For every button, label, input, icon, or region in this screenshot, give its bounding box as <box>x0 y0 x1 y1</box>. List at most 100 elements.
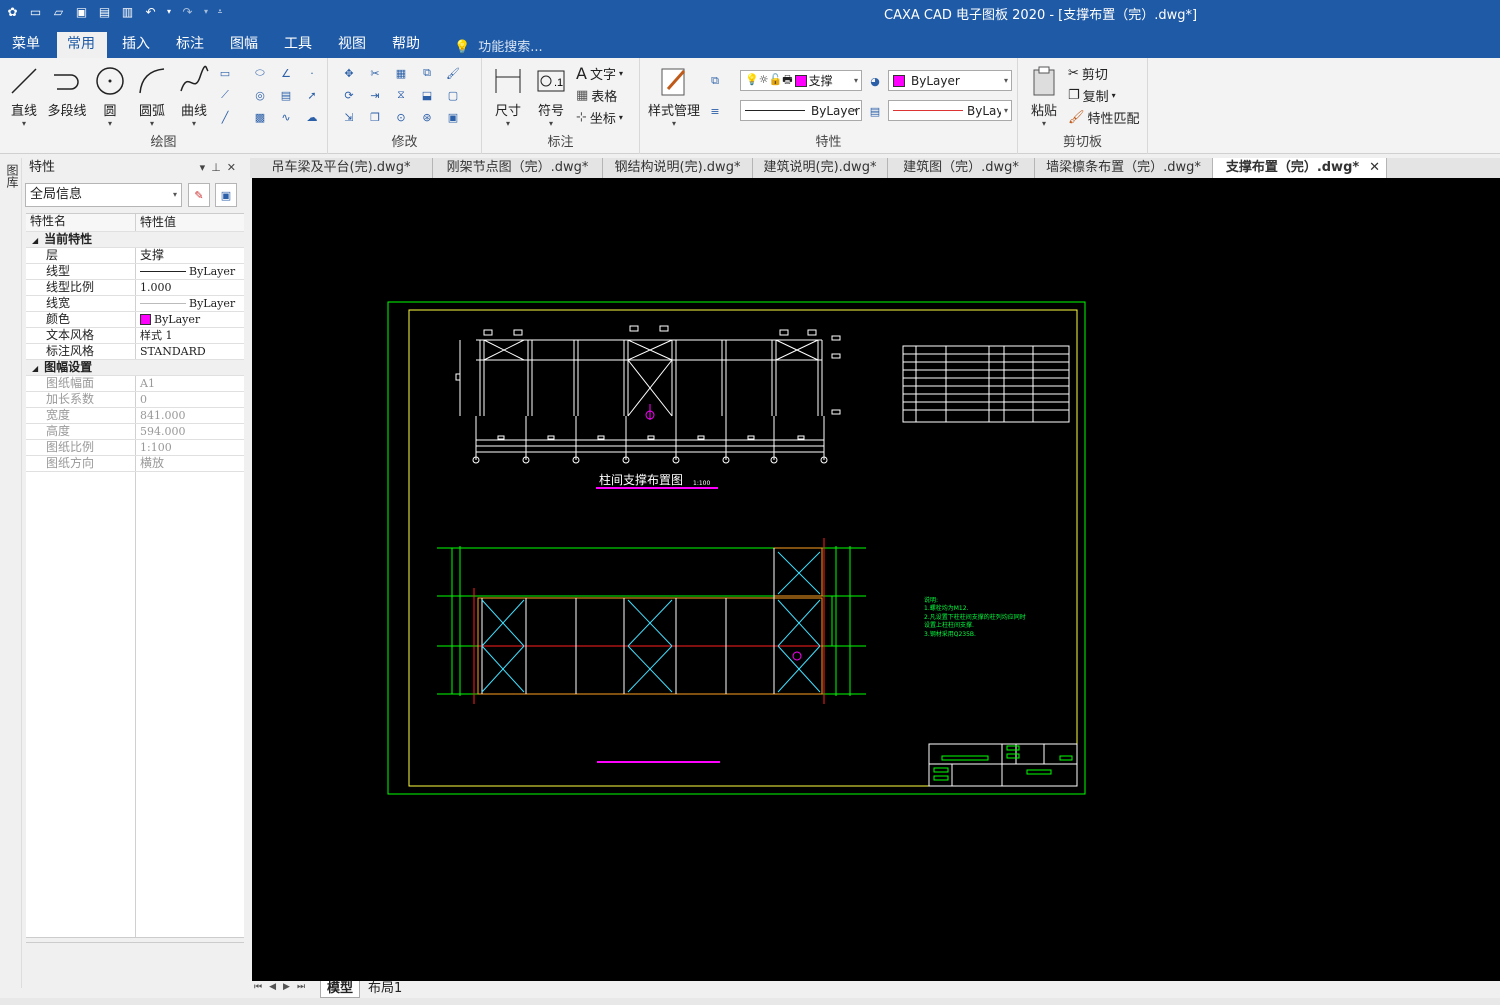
offset-icon[interactable]: ⧉ <box>418 64 436 82</box>
trim-icon[interactable]: ✂ <box>366 64 384 82</box>
polyline-button[interactable]: 多段线 <box>44 64 90 119</box>
new-file-icon[interactable]: ▭ <box>27 3 44 20</box>
property-row-layer[interactable]: 层支撑 <box>26 248 244 264</box>
hatch-icon[interactable]: ▤ <box>277 86 295 104</box>
layer-manager-icon[interactable]: ⧉ <box>706 72 724 90</box>
paste-button[interactable]: 粘贴 ▾ <box>1022 64 1066 128</box>
tab-help[interactable]: 帮助 <box>382 32 430 58</box>
feature-search[interactable]: 💡 功能搜索... <box>454 36 543 55</box>
app-logo-icon[interactable]: ✿ <box>4 3 21 20</box>
undo-dropdown-icon[interactable]: ▾ <box>165 3 173 20</box>
arc-button[interactable]: 圆弧 ▾ <box>130 64 174 128</box>
dimension-button[interactable]: 尺寸 ▾ <box>486 64 530 128</box>
centerline-icon[interactable]: ╱ <box>216 108 234 126</box>
category-current[interactable]: ◢ 当前特性 <box>26 232 244 248</box>
layout-tab-layout1[interactable]: 布局1 <box>362 981 408 998</box>
arrow-icon[interactable]: ➚ <box>303 86 321 104</box>
property-value[interactable]: 支撑 <box>136 248 244 263</box>
scope-select[interactable]: 全局信息 ▾ <box>25 183 182 207</box>
text-button[interactable]: A 文字 ▾ <box>576 64 623 83</box>
rectangle-icon[interactable]: ▭ <box>216 64 234 82</box>
print-icon[interactable]: ▥ <box>119 3 136 20</box>
save-icon[interactable]: ▣ <box>73 3 90 20</box>
array-icon[interactable]: ▦ <box>392 64 410 82</box>
donut-icon[interactable]: ◎ <box>251 86 269 104</box>
doc-tab[interactable]: 墙梁檩条布置（完）.dwg* <box>1035 158 1213 178</box>
explode-icon[interactable]: ⊛ <box>418 108 436 126</box>
angle-line-icon[interactable]: ∠ <box>277 64 295 82</box>
redo-icon[interactable]: ↷ <box>179 3 196 20</box>
properties-edit-icon[interactable]: ▣ <box>444 108 462 126</box>
lineweight-icon[interactable]: ≡ <box>706 102 724 120</box>
property-row-linetype[interactable]: 线型 ByLayer <box>26 264 244 280</box>
tab-menu[interactable]: 菜单 <box>2 32 50 58</box>
property-value[interactable]: 1.000 <box>136 280 244 295</box>
stretch-icon[interactable]: ⇲ <box>340 108 358 126</box>
property-row-lineweight[interactable]: 线宽 ByLayer <box>26 296 244 312</box>
circle-button[interactable]: 圆 ▾ <box>88 64 132 128</box>
open-folder-icon[interactable]: ▱ <box>50 3 67 20</box>
close-icon[interactable]: ✕ <box>227 161 242 174</box>
save-all-icon[interactable]: ▤ <box>96 3 113 20</box>
extend-icon[interactable]: ⇥ <box>366 86 384 104</box>
tab-view[interactable]: 视图 <box>328 32 376 58</box>
move-icon[interactable]: ✥ <box>340 64 358 82</box>
coordinate-button[interactable]: ⊹ 坐标 ▾ <box>576 108 623 127</box>
revision-cloud-icon[interactable]: ☁ <box>303 108 321 126</box>
symbol-button[interactable]: .1 符号 ▾ <box>529 64 573 128</box>
property-row-linetype-scale[interactable]: 线型比例 1.000 <box>26 280 244 296</box>
copy-object-icon[interactable]: ❐ <box>366 108 384 126</box>
tab-common[interactable]: 常用 <box>57 32 107 58</box>
layout-nav-arrows[interactable]: ⏮◀▶⏭ <box>254 982 312 992</box>
copy-button[interactable]: ❐ 复制 ▾ <box>1068 86 1116 105</box>
tab-tools[interactable]: 工具 <box>274 32 322 58</box>
brush-icon[interactable]: 🖌 <box>444 64 462 82</box>
panel-menu-icon[interactable]: ▾ <box>200 161 212 174</box>
tab-insert[interactable]: 插入 <box>112 32 160 58</box>
linetype-scale-icon[interactable]: ▤ <box>866 102 884 120</box>
doc-tab[interactable]: 建筑说明(完).dwg* <box>753 158 888 178</box>
linetype-combo[interactable]: ByLayer ▾ <box>740 100 862 121</box>
match-properties-button[interactable]: 🖌 特性匹配 <box>1068 108 1140 127</box>
layer-combo[interactable]: 💡☼🔓🖶 支撑 ▾ <box>740 70 862 91</box>
property-row-text-style[interactable]: 文本风格 样式 1 <box>26 328 244 344</box>
table-button[interactable]: ▦ 表格 <box>576 86 617 105</box>
break-icon[interactable]: ⊙ <box>392 108 410 126</box>
doc-tab-active[interactable]: 支撑布置（完）.dwg* ✕ <box>1213 158 1387 178</box>
layout-tab-model[interactable]: 模型 <box>320 981 361 998</box>
mirror-icon[interactable]: ⧖ <box>392 86 410 104</box>
spline-icon[interactable]: ∿ <box>277 108 295 126</box>
doc-tab[interactable]: 刚架节点图（完）.dwg* <box>433 158 603 178</box>
customize-toolbar-icon[interactable]: ⩡ <box>216 3 224 20</box>
style-manager-button[interactable]: 样式管理 ▾ <box>646 64 702 128</box>
property-value[interactable]: STANDARD <box>136 344 244 359</box>
tab-annotate[interactable]: 标注 <box>166 32 214 58</box>
parallel-line-icon[interactable]: ⟋ <box>216 86 234 104</box>
redo-dropdown-icon[interactable]: ▾ <box>202 3 210 20</box>
drawing-canvas[interactable]: 柱间支撑布置图 1:100 说明: 1.螺栓均为M12. 2.凡设置下柱柱间支撑… <box>252 178 1500 981</box>
color-wheel-icon[interactable]: ◕ <box>866 72 884 90</box>
curve-button[interactable]: 曲线 ▾ <box>172 64 216 128</box>
ellipse-icon[interactable]: ⬭ <box>251 64 269 82</box>
property-value[interactable]: ByLayer <box>136 296 244 311</box>
close-tab-icon[interactable]: ✕ <box>1369 158 1380 177</box>
category-sheet[interactable]: ◢ 图幅设置 <box>26 360 244 376</box>
rotate-icon[interactable]: ⟳ <box>340 86 358 104</box>
property-value[interactable]: 样式 1 <box>136 328 244 343</box>
property-value[interactable]: ByLayer <box>136 264 244 279</box>
property-row-color[interactable]: 颜色 ByLayer <box>26 312 244 328</box>
library-tab[interactable]: 图库 <box>4 164 21 188</box>
doc-tab[interactable]: 吊车梁及平台(完).dwg* <box>250 158 433 178</box>
quick-select-button[interactable]: ▣ <box>215 183 237 207</box>
tab-sheet[interactable]: 图幅 <box>220 32 268 58</box>
doc-tab[interactable]: 钢结构说明(完).dwg* <box>603 158 753 178</box>
undo-icon[interactable]: ↶ <box>142 3 159 20</box>
lineweight-combo[interactable]: ByLayer▾ <box>888 100 1012 121</box>
color-combo[interactable]: ByLayer ▾ <box>888 70 1012 91</box>
point-icon[interactable]: · <box>303 64 321 82</box>
cut-button[interactable]: ✂ 剪切 <box>1068 64 1108 83</box>
fill-icon[interactable]: ▩ <box>251 108 269 126</box>
clear-selection-button[interactable]: ✎ <box>188 183 210 207</box>
doc-tab[interactable]: 建筑图（完）.dwg* <box>888 158 1035 178</box>
pin-icon[interactable]: ⊥ <box>211 161 227 174</box>
